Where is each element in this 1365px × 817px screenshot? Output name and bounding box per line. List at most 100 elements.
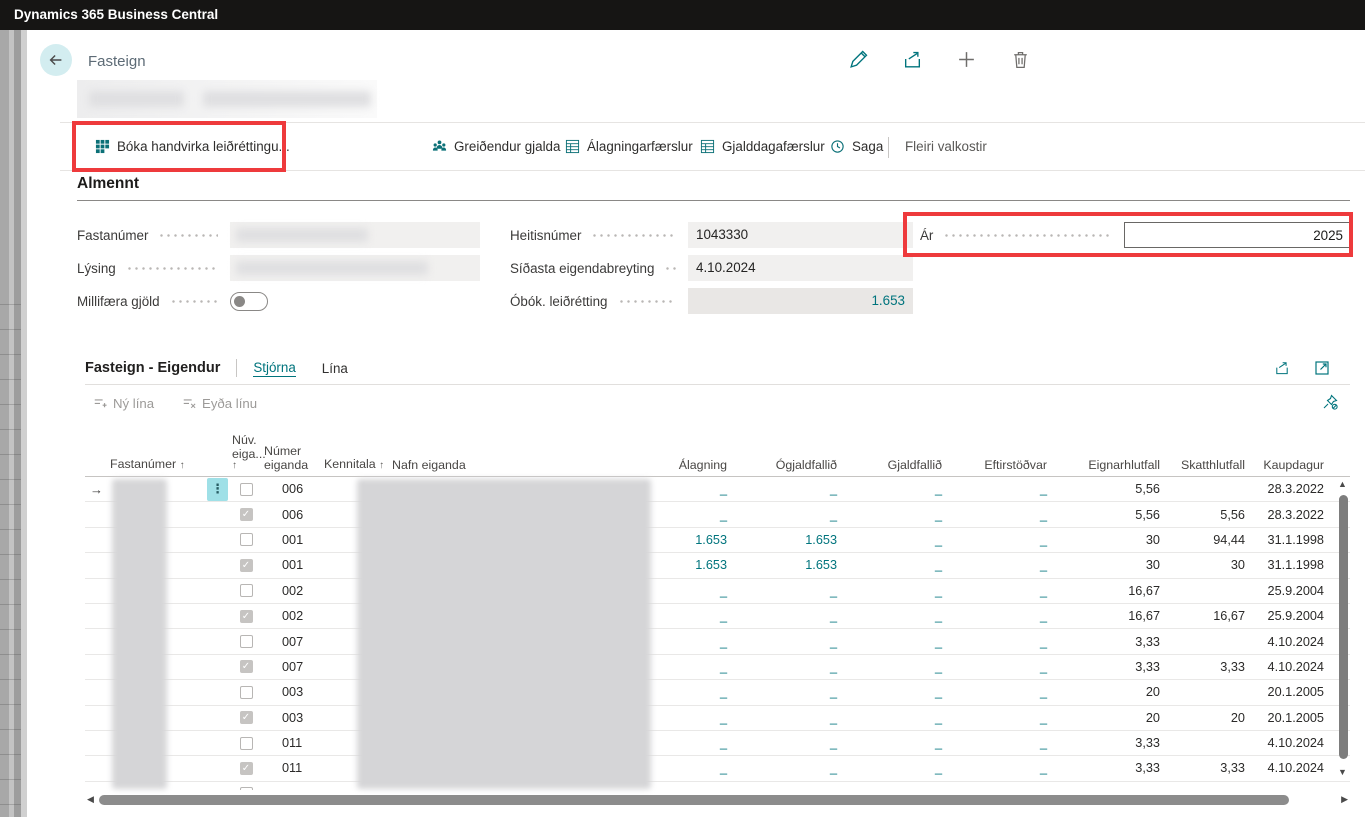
checkbox[interactable] <box>240 483 253 496</box>
cell-current-owner-checkbox[interactable] <box>230 483 262 496</box>
col-kennitala[interactable]: Kennitala ↑ <box>322 458 390 472</box>
back-button[interactable] <box>40 44 72 76</box>
cell-ogjaldfallid[interactable]: _ <box>735 736 845 750</box>
checkbox[interactable]: ✓ <box>240 559 253 572</box>
cell-owner-number[interactable]: 007 <box>262 660 322 674</box>
horizontal-scrollbar[interactable]: ◀ ▶ <box>85 794 1350 807</box>
checkbox[interactable] <box>240 686 253 699</box>
field-value-redacted[interactable] <box>230 222 480 248</box>
cell-owner-number[interactable]: 011 <box>262 736 322 750</box>
cell-eftirstodvar[interactable]: _ <box>950 685 1055 699</box>
delete-trash-icon[interactable] <box>1010 49 1031 70</box>
table-row[interactable]: ✓ 002 _ _ _ _ 16,67 16,67 25.9.2004 <box>85 604 1350 629</box>
cell-eftirstodvar[interactable]: _ <box>950 635 1055 649</box>
checkbox[interactable] <box>240 635 253 648</box>
cell-ogjaldfallid[interactable]: _ <box>735 761 845 775</box>
cell-alagning[interactable]: _ <box>660 660 735 674</box>
cell-ogjaldfallid[interactable]: _ <box>735 482 845 496</box>
cell-eftirstodvar[interactable]: _ <box>950 482 1055 496</box>
cell-gjaldfallid[interactable]: _ <box>845 482 950 496</box>
cell-gjaldfallid[interactable]: _ <box>845 761 950 775</box>
cell-alagning[interactable]: _ <box>660 736 735 750</box>
cell-current-owner-checkbox[interactable]: ✓ <box>230 559 262 572</box>
checkbox[interactable]: ✓ <box>240 660 253 673</box>
cell-eftirstodvar[interactable]: _ <box>950 584 1055 598</box>
cell-alagning[interactable]: _ <box>660 685 735 699</box>
cell-owner-number[interactable]: 006 <box>262 508 322 522</box>
cell-eftirstodvar[interactable]: _ <box>950 736 1055 750</box>
cell-gjaldfallid[interactable]: _ <box>845 558 950 572</box>
cell-eftirstodvar[interactable]: _ <box>950 533 1055 547</box>
cell-current-owner-checkbox[interactable]: ✓ <box>230 508 262 521</box>
col-nuv-eigandi[interactable]: Núv. eiga...↑ <box>230 434 262 472</box>
checkbox[interactable] <box>240 737 253 750</box>
cell-gjaldfallid[interactable]: _ <box>845 533 950 547</box>
cell-gjaldfallid[interactable]: _ <box>845 635 950 649</box>
col-skatthlutfall[interactable]: Skatthlutfall <box>1168 459 1253 472</box>
cell-owner-number[interactable]: 001 <box>262 533 322 547</box>
col-nafn-eiganda[interactable]: Nafn eiganda <box>390 459 660 472</box>
cell-owner-number[interactable]: 006 <box>262 482 322 496</box>
cell-ogjaldfallid[interactable]: 1.653 <box>735 558 845 572</box>
col-alagning[interactable]: Álagning <box>660 459 735 472</box>
field-value-redacted[interactable] <box>230 255 480 281</box>
scroll-right-arrow[interactable]: ▶ <box>1341 794 1348 805</box>
cell-alagning[interactable]: _ <box>660 761 735 775</box>
scroll-down-arrow[interactable]: ▼ <box>1338 767 1347 777</box>
action-history[interactable]: Saga <box>830 123 883 170</box>
share-icon[interactable] <box>902 49 923 70</box>
cell-ogjaldfallid[interactable]: _ <box>735 685 845 699</box>
vertical-scroll-thumb[interactable] <box>1339 495 1348 759</box>
cell-eftirstodvar[interactable]: _ <box>950 761 1055 775</box>
checkbox[interactable]: ✓ <box>240 610 253 623</box>
cell-ogjaldfallid[interactable]: _ <box>735 584 845 598</box>
field-value-drilldown[interactable]: 1.653 <box>688 288 913 314</box>
cell-ogjaldfallid[interactable]: _ <box>735 609 845 623</box>
cell-eftirstodvar[interactable]: _ <box>950 508 1055 522</box>
cell-current-owner-checkbox[interactable] <box>230 533 262 546</box>
field-value[interactable]: 4.10.2024 <box>688 255 913 281</box>
table-row[interactable]: 001 1.653 1.653 _ _ 30 94,44 31.1.1998 <box>85 528 1350 553</box>
cell-gjaldfallid[interactable]: _ <box>845 584 950 598</box>
cell-ogjaldfallid[interactable]: _ <box>735 508 845 522</box>
more-options-button[interactable]: Fleiri valkostir <box>905 123 987 170</box>
cell-current-owner-checkbox[interactable]: ✓ <box>230 660 262 673</box>
checkbox[interactable] <box>240 533 253 546</box>
edit-pencil-icon[interactable] <box>848 49 869 70</box>
cell-owner-number[interactable]: 003 <box>262 685 322 699</box>
table-row[interactable]: 007 _ _ _ _ 3,33 4.10.2024 <box>85 629 1350 654</box>
share-icon[interactable] <box>1274 360 1290 376</box>
action-payers[interactable]: Greiðendur gjalda <box>432 123 560 170</box>
cell-owner-number[interactable]: 007 <box>262 635 322 649</box>
new-line-action[interactable]: Ný lína <box>93 396 154 411</box>
cell-owner-number[interactable]: 002 <box>262 584 322 598</box>
col-eignarhlutfall[interactable]: Eignarhlutfall <box>1055 459 1168 472</box>
cell-alagning[interactable]: _ <box>660 482 735 496</box>
cell-current-owner-checkbox[interactable]: ✓ <box>230 711 262 724</box>
cell-owner-number[interactable]: 011 <box>262 761 322 775</box>
cell-current-owner-checkbox[interactable]: ✓ <box>230 610 262 623</box>
cell-gjaldfallid[interactable]: _ <box>845 609 950 623</box>
cell-owner-number[interactable]: 002 <box>262 609 322 623</box>
cell-eftirstodvar[interactable]: _ <box>950 609 1055 623</box>
table-row[interactable]: ✓ 011 _ _ _ _ 3,33 3,33 4.10.2024 <box>85 756 1350 781</box>
cell-eftirstodvar[interactable]: _ <box>950 711 1055 725</box>
cell-current-owner-checkbox[interactable] <box>230 584 262 597</box>
scroll-up-arrow[interactable]: ▲ <box>1338 479 1347 489</box>
vertical-scrollbar[interactable]: ▲ ▼ <box>1337 479 1350 789</box>
cell-alagning[interactable]: _ <box>660 635 735 649</box>
cell-alagning[interactable]: _ <box>660 508 735 522</box>
col-eftirstodvar[interactable]: Eftirstöðvar <box>950 459 1055 472</box>
horizontal-scroll-thumb[interactable] <box>99 795 1289 805</box>
cell-owner-number[interactable]: 001 <box>262 558 322 572</box>
checkbox[interactable] <box>240 584 253 597</box>
tab-stjorna[interactable]: Stjórna <box>253 360 295 377</box>
action-post-manual-correction[interactable]: Bóka handvirka leiðréttingu... <box>95 123 290 170</box>
col-kaupdagur[interactable]: Kaupdagur <box>1253 459 1332 472</box>
cell-alagning[interactable]: 1.653 <box>660 533 735 547</box>
table-row[interactable]: ✓ 001 1.653 1.653 _ _ 30 30 31.1.1998 <box>85 553 1350 578</box>
delete-line-action[interactable]: Eyða línu <box>182 396 257 411</box>
table-row[interactable]: ✓ 006 _ _ _ _ 5,56 5,56 28.3.2022 <box>85 502 1350 527</box>
cell-owner-number[interactable]: 003 <box>262 711 322 725</box>
checkbox[interactable]: ✓ <box>240 508 253 521</box>
